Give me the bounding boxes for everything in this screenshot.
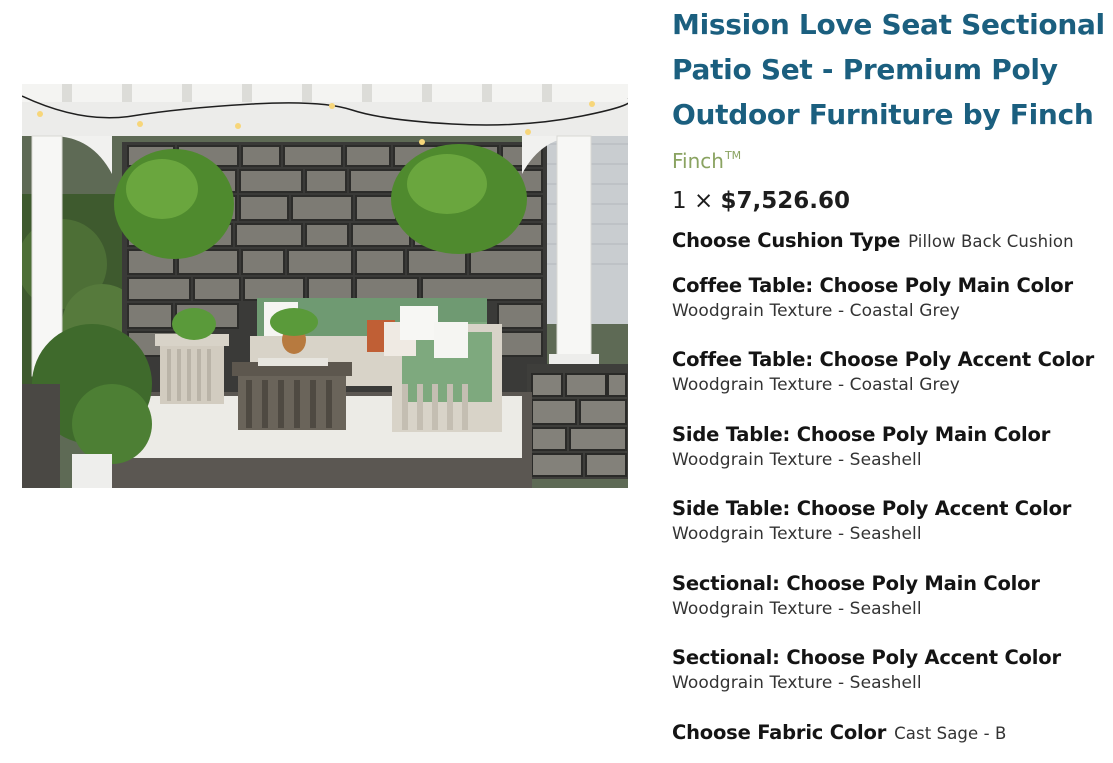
option-side-table-accent-color: Side Table: Choose Poly Accent Color Woo…: [672, 497, 1112, 544]
option-value: Woodgrain Texture - Seashell: [672, 524, 922, 544]
option-label: Coffee Table: Choose Poly Accent Color: [672, 348, 1095, 371]
option-value: Pillow Back Cushion: [908, 232, 1074, 251]
option-label: Sectional: Choose Poly Accent Color: [672, 646, 1061, 669]
option-label: Side Table: Choose Poly Accent Color: [672, 497, 1072, 520]
brand-link[interactable]: FinchTM: [672, 140, 741, 177]
option-value: Woodgrain Texture - Coastal Grey: [672, 301, 960, 321]
trademark-mark: TM: [724, 149, 742, 162]
option-cushion-type: Choose Cushion Type Pillow Back Cushion: [672, 229, 1112, 252]
price-line: 1 × $7,526.60: [672, 185, 850, 217]
product-image[interactable]: [22, 84, 628, 488]
option-sectional-accent-color: Sectional: Choose Poly Accent Color Wood…: [672, 646, 1112, 693]
option-label: Side Table: Choose Poly Main Color: [672, 423, 1051, 446]
option-sectional-main-color: Sectional: Choose Poly Main Color Woodgr…: [672, 572, 1112, 619]
option-coffee-table-main-color: Coffee Table: Choose Poly Main Color Woo…: [672, 274, 1112, 321]
option-coffee-table-accent-color: Coffee Table: Choose Poly Accent Color W…: [672, 348, 1112, 395]
option-label: Coffee Table: Choose Poly Main Color: [672, 274, 1073, 297]
product-title: Mission Love Seat Sectional Patio Set - …: [672, 8, 1105, 131]
brand-name: Finch: [672, 149, 724, 173]
option-value: Woodgrain Texture - Seashell: [672, 450, 922, 470]
quantity-prefix: 1 ×: [672, 188, 714, 214]
option-value: Cast Sage - B: [894, 724, 1007, 743]
option-label: Sectional: Choose Poly Main Color: [672, 572, 1040, 595]
option-side-table-main-color: Side Table: Choose Poly Main Color Woodg…: [672, 423, 1112, 470]
option-label: Choose Fabric Color: [672, 721, 887, 744]
option-value: Woodgrain Texture - Coastal Grey: [672, 375, 960, 395]
price-amount: $7,526.60: [720, 188, 851, 214]
option-value: Woodgrain Texture - Seashell: [672, 673, 922, 693]
option-fabric-color: Choose Fabric Color Cast Sage - B: [672, 721, 1112, 744]
option-value: Woodgrain Texture - Seashell: [672, 599, 922, 619]
option-label: Choose Cushion Type: [672, 229, 901, 252]
